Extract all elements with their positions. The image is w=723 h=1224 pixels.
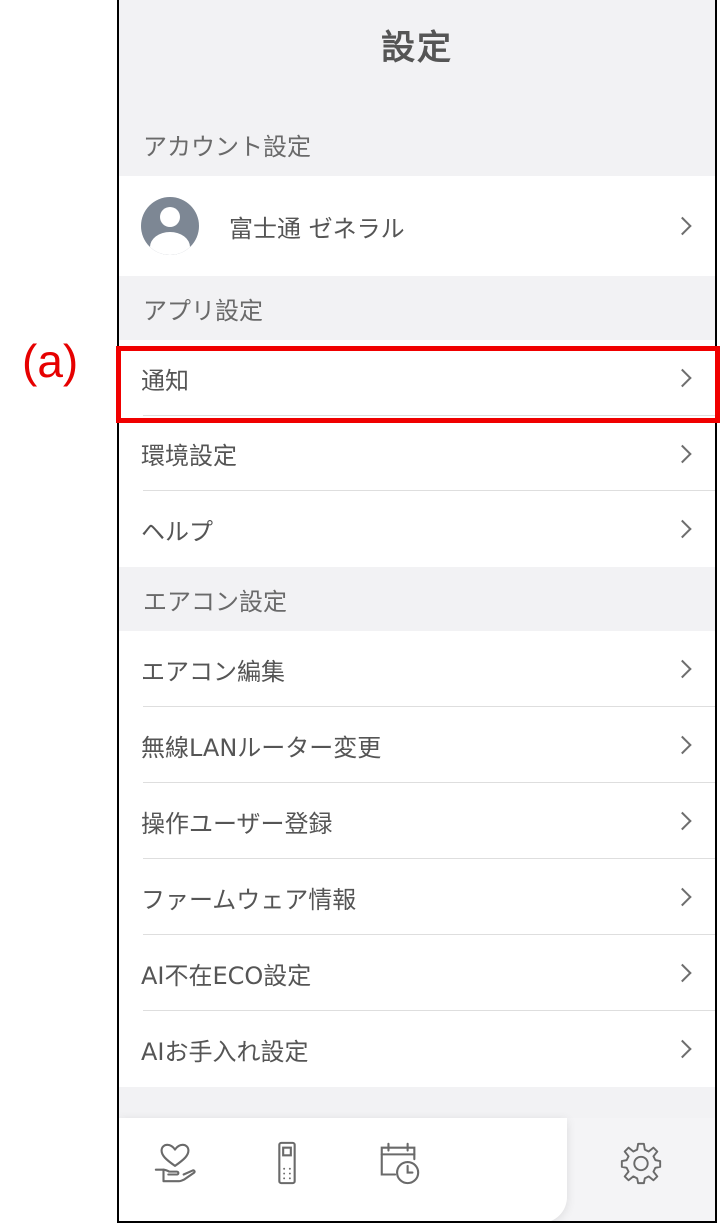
notification-row[interactable]: 通知 (119, 340, 715, 416)
settings-screen: 設定 アカウント設定 富士通 ゼネラル アプリ設定 通知 環境設定 ヘルプ エア… (117, 0, 717, 1223)
ai-eco-row[interactable]: AI不在ECO設定 (119, 935, 715, 1011)
row-label: AI不在ECO設定 (141, 961, 312, 990)
row-label: 操作ユーザー登録 (141, 809, 333, 838)
chevron-right-icon (673, 444, 692, 463)
user-registration-row[interactable]: 操作ユーザー登録 (119, 783, 715, 859)
tab-remote[interactable] (231, 1118, 343, 1208)
chevron-right-icon (673, 368, 692, 388)
preferences-row[interactable]: 環境設定 (119, 416, 715, 491)
chevron-right-icon (673, 216, 692, 236)
row-label: 無線LANルーター変更 (141, 733, 382, 762)
row-label: 環境設定 (141, 442, 237, 470)
wifi-router-row[interactable]: 無線LANルーター変更 (119, 707, 715, 783)
aircon-edit-row[interactable]: エアコン編集 (119, 631, 715, 707)
row-label: ファームウェア情報 (141, 885, 357, 914)
row-label: ヘルプ (141, 517, 213, 546)
row-label: AIお手入れ設定 (141, 1037, 309, 1066)
tab-home[interactable] (119, 1118, 231, 1208)
section-header-app: アプリ設定 (143, 296, 263, 325)
account-row[interactable]: 富士通 ゼネラル (119, 176, 715, 276)
row-label: エアコン編集 (141, 657, 285, 686)
remote-control-icon (278, 1141, 296, 1185)
tab-settings[interactable] (567, 1118, 715, 1208)
user-avatar-icon (141, 197, 199, 255)
chevron-right-icon (673, 735, 692, 755)
ai-care-row[interactable]: AIお手入れ設定 (119, 1011, 715, 1087)
section-header-account: アカウント設定 (143, 132, 311, 161)
hand-heart-icon (154, 1143, 196, 1183)
chevron-right-icon (673, 887, 692, 907)
calendar-clock-icon (380, 1142, 420, 1185)
header: 設定 (119, 0, 715, 88)
chevron-right-icon (673, 659, 692, 679)
firmware-row[interactable]: ファームウェア情報 (119, 859, 715, 935)
chevron-right-icon (673, 811, 692, 831)
help-row[interactable]: ヘルプ (119, 491, 715, 567)
tab-bar (119, 1118, 715, 1221)
account-name: 富士通 ゼネラル (229, 214, 405, 243)
page-title: 設定 (381, 27, 453, 68)
tab-schedule[interactable] (343, 1118, 455, 1208)
gear-icon (620, 1142, 662, 1185)
chevron-right-icon (673, 519, 692, 539)
section-header-aircon: エアコン設定 (143, 587, 287, 616)
chevron-right-icon (673, 963, 692, 983)
chevron-right-icon (673, 1039, 692, 1059)
annotation-label: (a) (22, 335, 79, 387)
row-label: 通知 (141, 366, 189, 395)
